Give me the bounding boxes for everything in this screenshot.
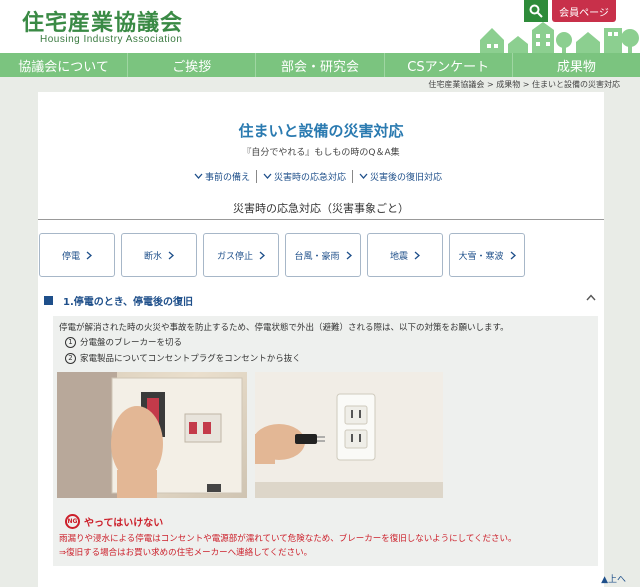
site-logo-en[interactable]: Housing Industry Association (40, 34, 182, 45)
ng-title-text: やってはいけない (84, 518, 164, 529)
category-label: 台風・豪雨 (294, 251, 340, 262)
section-divider (38, 219, 604, 220)
accordion-title: 1.停電のとき、停電後の復旧 (63, 296, 194, 308)
page-subtitle: 『自分でやれる』もしもの時のQ＆A集 (242, 148, 400, 158)
breadcrumb[interactable]: 住宅産業協議会 > 成果物 > 住まいと設備の災害対応 (428, 79, 620, 90)
accordion-header[interactable]: 1.停電のとき、停電後の復旧 (38, 286, 604, 314)
page-title: 住まいと設備の災害対応 (238, 122, 404, 140)
houses-illustration (480, 22, 639, 53)
nav-item-cs-survey[interactable]: CSアンケート (385, 53, 513, 77)
anchor-label: 事前の備え (205, 173, 251, 183)
category-button-snow[interactable]: 大雪・寒波 (449, 233, 525, 277)
anchor-label: 災害後の復旧対応 (370, 173, 443, 183)
chevron-right-icon (259, 251, 265, 259)
chevron-right-icon (86, 251, 92, 259)
site-logo-jp[interactable]: 住宅産業協議会 (22, 5, 183, 37)
step-text: 分電盤のブレーカーを切る (80, 338, 183, 348)
content-panel: 住まいと設備の災害対応 『自分でやれる』もしもの時のQ＆A集 事前の備え 災害時… (38, 92, 604, 587)
step-number: 1 (65, 336, 76, 348)
category-button-typhoon[interactable]: 台風・豪雨 (285, 233, 361, 277)
anchor-emergency[interactable]: 災害時の応急対応 (256, 170, 352, 183)
step-item: 1 分電盤のブレーカーを切る (65, 336, 182, 348)
category-label: ガス停止 (216, 251, 253, 262)
chevron-down-icon (263, 173, 272, 179)
nav-item-about[interactable]: 協議会について (0, 53, 129, 77)
category-button-earthquake[interactable]: 地震 (367, 233, 443, 277)
ng-badge-icon: NG (65, 514, 80, 529)
nav-item-committees[interactable]: 部会・研究会 (256, 53, 385, 77)
global-nav: 協議会について ご挨拶 部会・研究会 CSアンケート 成果物 (0, 53, 640, 77)
member-page-button[interactable]: 会員ページ (552, 0, 616, 22)
category-label: 断水 (143, 251, 162, 262)
ng-warning-line: ⇒復旧する場合はお買い求めの住宅メーカーへ連絡してください。 (59, 548, 313, 558)
accordion-body: 停電が解消された時の火災や事故を防止するため、停電状態で外出（避難）される際は、… (53, 316, 598, 566)
category-button-gas-stop[interactable]: ガス停止 (203, 233, 279, 277)
category-label: 大雪・寒波 (458, 251, 504, 262)
category-button-power-outage[interactable]: 停電 (39, 233, 115, 277)
accordion-description: 停電が解消された時の火災や事故を防止するため、停電状態で外出（避難）される際は、… (59, 323, 509, 333)
step-number: 2 (65, 352, 76, 364)
back-to-top-link[interactable]: ▲上へ (601, 572, 626, 585)
category-label: 停電 (61, 251, 80, 262)
step-item: 2 家電製品についてコンセントプラグをコンセントから抜く (65, 352, 301, 364)
nav-item-greeting[interactable]: ご挨拶 (128, 53, 257, 77)
anchor-label: 災害時の応急対応 (274, 173, 347, 183)
ng-warning-line: 雨漏りや浸水による停電はコンセントや電源部が濡れていて危険なため、ブレーカーを復… (59, 534, 517, 544)
chevron-up-icon[interactable] (586, 294, 596, 301)
chevron-right-icon (414, 251, 420, 259)
chevron-right-icon (168, 251, 174, 259)
chevron-down-icon (194, 173, 203, 179)
anchor-links: 事前の備え 災害時の応急対応 災害後の復旧対応 (188, 170, 448, 183)
site-header: 住宅産業協議会 Housing Industry Association 会員ペ… (0, 0, 640, 53)
outlet-photo (255, 372, 443, 498)
category-buttons: 停電 断水 ガス停止 台風・豪雨 地震 大雪・寒波 (39, 233, 525, 277)
category-label: 地震 (389, 251, 408, 262)
square-bullet-icon (44, 295, 53, 305)
chevron-right-icon (510, 251, 516, 259)
nav-item-deliverables[interactable]: 成果物 (513, 53, 640, 77)
breaker-photo (57, 372, 247, 498)
section-title: 災害時の応急対応（災害事象ごと） (233, 202, 409, 215)
search-button[interactable] (524, 0, 548, 22)
anchor-preparation[interactable]: 事前の備え (188, 170, 256, 183)
category-button-water-outage[interactable]: 断水 (121, 233, 197, 277)
search-icon (529, 4, 543, 18)
ng-warning-title: NG やってはいけない (65, 514, 163, 529)
step-text: 家電製品についてコンセントプラグをコンセントから抜く (80, 354, 301, 364)
chevron-down-icon (359, 173, 368, 179)
chevron-right-icon (346, 251, 352, 259)
anchor-recovery[interactable]: 災害後の復旧対応 (352, 170, 448, 183)
